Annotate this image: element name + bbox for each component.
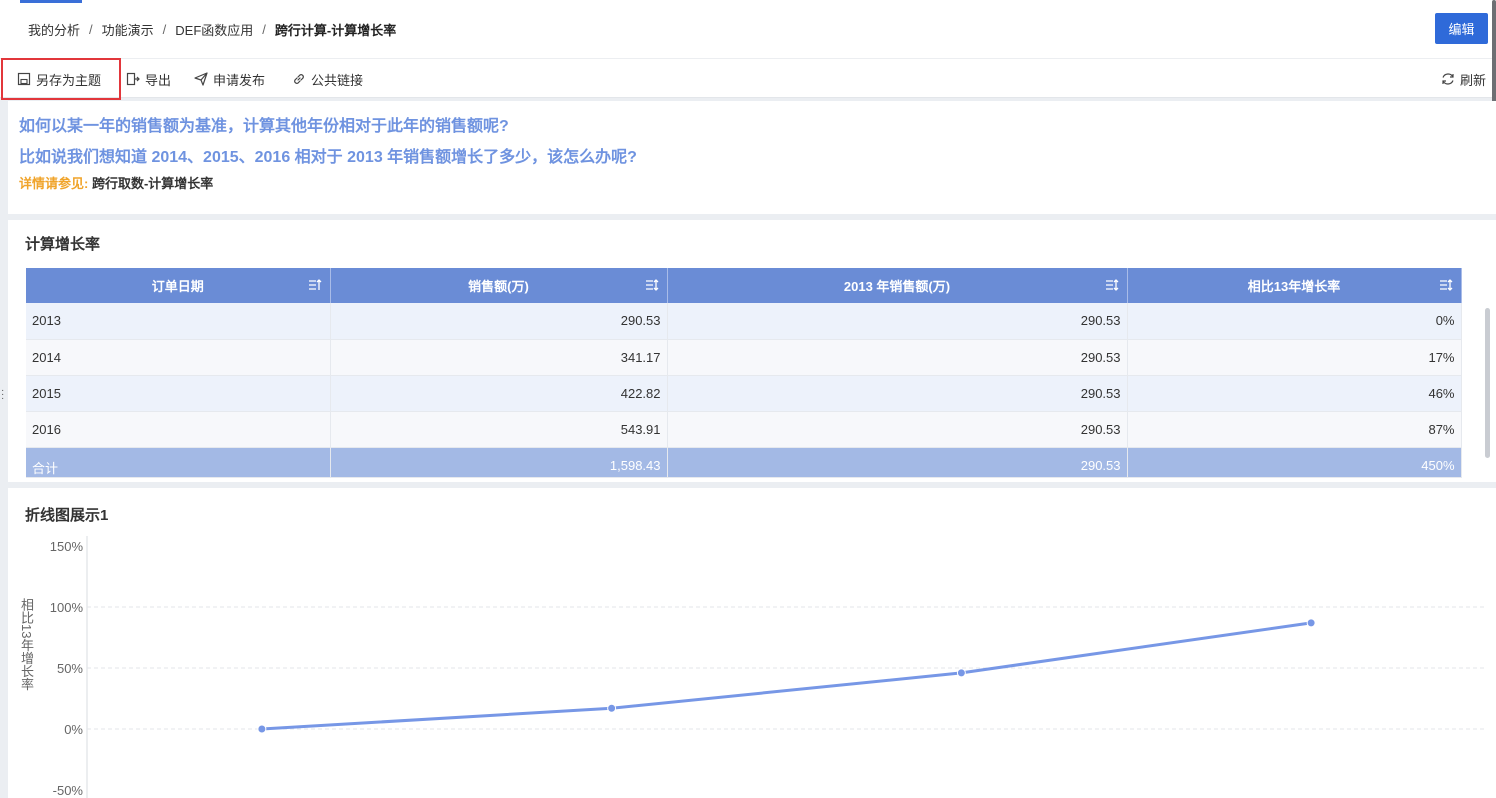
column-header-date[interactable]: 订单日期 <box>26 268 331 303</box>
publish-button[interactable]: 申请发布 <box>194 59 265 99</box>
y-tick-label: 100% <box>50 600 84 615</box>
cell-total-growth: 450% <box>1127 447 1462 478</box>
sort-asc-icon[interactable] <box>308 278 322 292</box>
cell-total-sales: 1,598.43 <box>330 447 668 478</box>
y-tick-label: -50% <box>53 783 84 798</box>
column-header-label: 销售额(万) <box>468 279 529 294</box>
data-point <box>1306 618 1316 628</box>
active-tab-indicator <box>20 0 82 3</box>
cell-date: 2013 <box>26 303 331 340</box>
column-header-2013-sales[interactable]: 2013 年销售额(万) <box>667 268 1128 303</box>
column-header-growth[interactable]: 相比13年增长率 <box>1127 268 1462 303</box>
refresh-label: 刷新 <box>1460 72 1487 88</box>
cell-2013-sales: 290.53 <box>667 411 1128 448</box>
cell-growth: 0% <box>1127 303 1462 340</box>
cell-growth: 87% <box>1127 411 1462 448</box>
public-link-label: 公共链接 <box>311 72 364 88</box>
description-line-2: 比如说我们想知道 2014、2015、2016 相对于 2013 年销售额增长了… <box>19 149 637 166</box>
table-total-row: 合计 1,598.43 290.53 450% <box>26 447 1462 478</box>
export-label: 导出 <box>145 72 172 88</box>
chart-card: 折线图展示1 相比13年增长率 150% 100% 50% 0% -50% <box>8 488 1496 798</box>
description-reference: 详情请参见: 跨行取数-计算增长率 <box>19 173 213 192</box>
column-header-label: 2013 年销售额(万) <box>843 279 951 294</box>
cell-total-2013-sales: 290.53 <box>667 447 1128 478</box>
breadcrumb-separator: / <box>262 22 266 37</box>
table-header-row: 订单日期 销售额(万) 2013 年销售额(万) 相比13年增长率 <box>26 268 1462 303</box>
cell-date: 2016 <box>26 411 331 448</box>
top-bar: 我的分析 / 功能演示 / DEF函数应用 / 跨行计算-计算增长率 编辑 <box>0 0 1496 58</box>
cell-total-label: 合计 <box>26 447 331 478</box>
y-tick-label: 150% <box>50 539 84 554</box>
data-point <box>956 668 966 678</box>
breadcrumb-item[interactable]: 功能演示 <box>102 20 154 39</box>
resize-handle-icon[interactable]: · · · <box>1 386 5 404</box>
save-theme-icon <box>17 72 31 86</box>
cell-sales: 543.91 <box>330 411 668 448</box>
sort-icon[interactable] <box>1439 278 1453 292</box>
data-point <box>607 703 617 713</box>
cell-2013-sales: 290.53 <box>667 375 1128 412</box>
page-scrollbar[interactable] <box>1492 0 1496 112</box>
refresh-icon <box>1442 73 1454 85</box>
data-point <box>257 724 267 734</box>
table-row: 2015 422.82 290.53 46% <box>26 375 1462 412</box>
description-card: 如何以某一年的销售额为基准，计算其他年份相对于此年的销售额呢? 比如说我们想知道… <box>8 101 1496 214</box>
table-title: 计算增长率 <box>25 236 101 253</box>
column-header-label: 订单日期 <box>151 279 204 294</box>
reference-link[interactable]: 跨行取数-计算增长率 <box>92 176 213 191</box>
export-button[interactable]: 导出 <box>126 59 171 99</box>
cell-sales: 290.53 <box>330 303 668 340</box>
breadcrumb-item[interactable]: DEF函数应用 <box>175 20 253 39</box>
cell-date: 2014 <box>26 339 331 376</box>
cell-2013-sales: 290.53 <box>667 303 1128 340</box>
table-scrollbar[interactable] <box>1485 308 1490 458</box>
cell-growth: 46% <box>1127 375 1462 412</box>
export-icon <box>126 72 140 86</box>
line-chart: 150% 100% 50% 0% -50% <box>50 536 1486 798</box>
link-icon <box>294 74 304 84</box>
description-line-1: 如何以某一年的销售额为基准，计算其他年份相对于此年的销售额呢? <box>19 118 509 135</box>
breadcrumb-current: 跨行计算-计算增长率 <box>274 23 397 38</box>
save-as-theme-button[interactable]: 另存为主题 <box>1 58 121 100</box>
series-line <box>261 621 1312 731</box>
breadcrumb-separator: / <box>162 22 167 37</box>
send-icon <box>194 72 208 86</box>
publish-label: 申请发布 <box>213 72 266 88</box>
edit-button[interactable]: 编辑 <box>1435 13 1488 44</box>
y-tick-label: 0% <box>64 722 83 737</box>
toolbar: 另存为主题 导出 申请发布 公共链接 刷新 <box>0 58 1496 100</box>
sort-icon[interactable] <box>1105 278 1119 292</box>
cell-sales: 422.82 <box>330 375 668 412</box>
table-row: 2013 290.53 290.53 0% <box>26 303 1462 340</box>
y-tick-label: 50% <box>57 661 83 676</box>
cell-date: 2015 <box>26 375 331 412</box>
cell-2013-sales: 290.53 <box>667 339 1128 376</box>
public-link-button[interactable]: 公共链接 <box>292 59 363 99</box>
table-row: 2014 341.17 290.53 17% <box>26 339 1462 376</box>
table-row: 2016 543.91 290.53 87% <box>26 411 1462 448</box>
table-card: 计算增长率 订单日期 销售额(万) 2013 年销售额(万) 相比13年增长率 … <box>8 220 1496 482</box>
breadcrumb: 我的分析 / 功能演示 / DEF函数应用 / 跨行计算-计算增长率 <box>28 20 396 39</box>
save-as-theme-label: 另存为主题 <box>36 72 102 88</box>
cell-sales: 341.17 <box>330 339 668 376</box>
breadcrumb-separator: / <box>89 22 93 37</box>
data-table: 订单日期 销售额(万) 2013 年销售额(万) 相比13年增长率 2013 2… <box>26 268 1462 478</box>
column-header-sales[interactable]: 销售额(万) <box>330 268 668 303</box>
breadcrumb-item[interactable]: 我的分析 <box>28 20 80 39</box>
sort-icon[interactable] <box>645 278 659 292</box>
reference-label: 详情请参见: <box>19 176 89 191</box>
column-header-label: 相比13年增长率 <box>1247 279 1341 294</box>
refresh-button[interactable]: 刷新 <box>1441 59 1486 99</box>
cell-growth: 17% <box>1127 339 1462 376</box>
